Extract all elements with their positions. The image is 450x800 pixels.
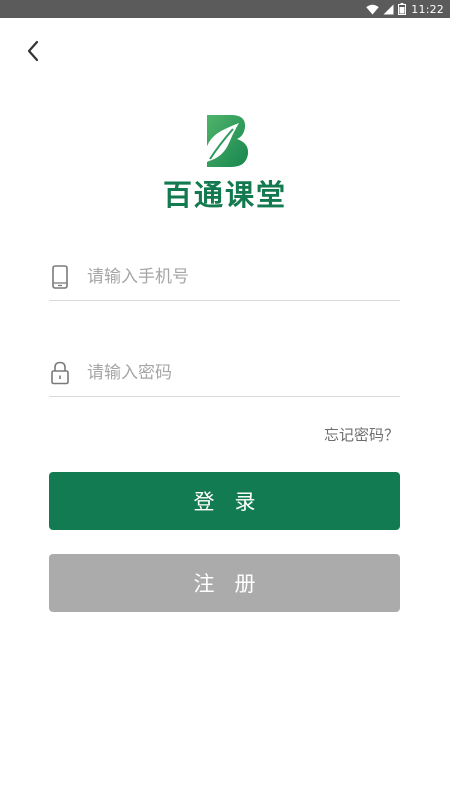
- password-input[interactable]: [87, 362, 400, 383]
- app-logo: [199, 113, 251, 169]
- phone-input[interactable]: [87, 266, 400, 287]
- phone-icon: [49, 264, 71, 290]
- battery-icon: [398, 3, 407, 15]
- register-button[interactable]: 注册: [49, 554, 400, 612]
- wifi-icon: [366, 4, 379, 14]
- lock-icon: [49, 360, 71, 386]
- login-button[interactable]: 登录: [49, 472, 400, 530]
- password-field: [49, 349, 400, 397]
- status-icons: [366, 3, 407, 15]
- status-time: 11:22: [411, 2, 444, 16]
- status-bar: 11:22: [0, 0, 450, 18]
- chevron-left-icon: [27, 40, 39, 62]
- forgot-password-link[interactable]: 忘记密码？: [324, 424, 399, 445]
- signal-icon: [383, 4, 394, 14]
- brand-name: 百通课堂: [162, 178, 287, 212]
- back-button[interactable]: [16, 34, 50, 68]
- phone-field: [49, 253, 400, 301]
